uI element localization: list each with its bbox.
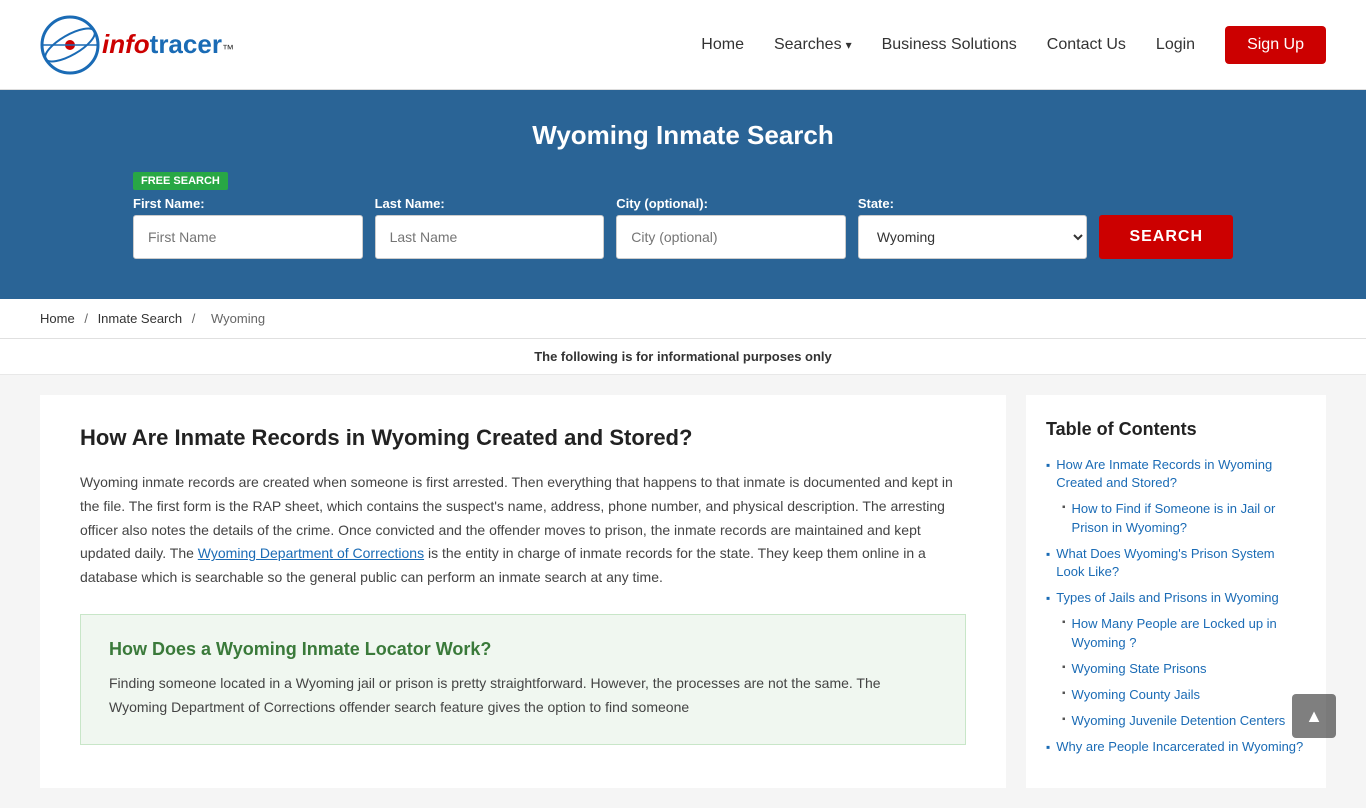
breadcrumb-wyoming: Wyoming: [211, 311, 265, 326]
toc-link[interactable]: Why are People Incarcerated in Wyoming?: [1056, 738, 1303, 756]
free-search-badge: FREE SEARCH: [133, 172, 228, 190]
search-button[interactable]: SEARCH: [1099, 215, 1233, 259]
toc-item: Wyoming Juvenile Detention Centers: [1046, 712, 1306, 730]
main-content: How Are Inmate Records in Wyoming Create…: [0, 375, 1366, 808]
city-group: City (optional):: [616, 196, 846, 259]
city-label: City (optional):: [616, 196, 846, 211]
state-label: State:: [858, 196, 1088, 211]
toc-item: Wyoming County Jails: [1046, 686, 1306, 704]
last-name-label: Last Name:: [375, 196, 605, 211]
green-box-body: Finding someone located in a Wyoming jai…: [109, 672, 937, 720]
search-title: Wyoming Inmate Search: [40, 120, 1326, 151]
state-group: State: WyomingAlabamaAlaskaArizonaArkans…: [858, 196, 1088, 259]
toc-item: Wyoming State Prisons: [1046, 660, 1306, 678]
search-section: Wyoming Inmate Search FREE SEARCH First …: [0, 90, 1366, 299]
search-form: First Name: Last Name: City (optional): …: [133, 196, 1233, 259]
toc-heading: Table of Contents: [1046, 419, 1306, 440]
breadcrumb-home[interactable]: Home: [40, 311, 75, 326]
first-name-input[interactable]: [133, 215, 363, 259]
toc-link[interactable]: Wyoming County Jails: [1072, 686, 1200, 704]
toc-sidebar: Table of Contents How Are Inmate Records…: [1026, 395, 1326, 788]
first-name-label: First Name:: [133, 196, 363, 211]
first-name-group: First Name:: [133, 196, 363, 259]
scroll-to-top[interactable]: ▲: [1292, 694, 1336, 738]
toc-item: How Are Inmate Records in Wyoming Create…: [1046, 456, 1306, 492]
toc-link[interactable]: How Many People are Locked up in Wyoming…: [1072, 615, 1306, 651]
nav-searches[interactable]: Searches: [774, 36, 852, 54]
toc-link[interactable]: How Are Inmate Records in Wyoming Create…: [1056, 456, 1306, 492]
nav-signup[interactable]: Sign Up: [1225, 26, 1326, 64]
green-box-heading: How Does a Wyoming Inmate Locator Work?: [109, 639, 937, 660]
info-bar-text: The following is for informational purpo…: [534, 349, 832, 364]
logo-icon: [40, 15, 100, 75]
nav: Home Searches Business Solutions Contact…: [701, 26, 1326, 64]
toc-item: How to Find if Someone is in Jail or Pri…: [1046, 500, 1306, 536]
toc-link[interactable]: Wyoming Juvenile Detention Centers: [1072, 712, 1286, 730]
state-select[interactable]: WyomingAlabamaAlaskaArizonaArkansasCalif…: [858, 215, 1088, 259]
green-box: How Does a Wyoming Inmate Locator Work? …: [80, 614, 966, 745]
toc-item: Types of Jails and Prisons in Wyoming: [1046, 589, 1306, 607]
article-body: Wyoming inmate records are created when …: [80, 471, 966, 590]
toc-item: What Does Wyoming's Prison System Look L…: [1046, 545, 1306, 581]
toc-item: How Many People are Locked up in Wyoming…: [1046, 615, 1306, 651]
breadcrumb-sep2: /: [192, 311, 196, 326]
toc-link[interactable]: What Does Wyoming's Prison System Look L…: [1056, 545, 1306, 581]
breadcrumb-sep1: /: [84, 311, 88, 326]
article-section: How Are Inmate Records in Wyoming Create…: [40, 395, 1006, 788]
article-link[interactable]: Wyoming Department of Corrections: [198, 545, 424, 561]
nav-home[interactable]: Home: [701, 36, 744, 54]
breadcrumb-inmate-search[interactable]: Inmate Search: [98, 311, 183, 326]
toc-list: How Are Inmate Records in Wyoming Create…: [1046, 456, 1306, 756]
logo-info-text: info: [102, 29, 150, 60]
scroll-top-icon: ▲: [1305, 706, 1323, 727]
toc-link[interactable]: How to Find if Someone is in Jail or Pri…: [1072, 500, 1306, 536]
toc-link[interactable]: Wyoming State Prisons: [1072, 660, 1207, 678]
toc-link[interactable]: Types of Jails and Prisons in Wyoming: [1056, 589, 1278, 607]
nav-login[interactable]: Login: [1156, 36, 1195, 54]
breadcrumb: Home / Inmate Search / Wyoming: [0, 299, 1366, 339]
last-name-input[interactable]: [375, 215, 605, 259]
last-name-group: Last Name:: [375, 196, 605, 259]
nav-business-solutions[interactable]: Business Solutions: [882, 36, 1017, 54]
header: info tracer ™ Home Searches Business Sol…: [0, 0, 1366, 90]
city-input[interactable]: [616, 215, 846, 259]
toc-item: Why are People Incarcerated in Wyoming?: [1046, 738, 1306, 756]
nav-contact-us[interactable]: Contact Us: [1047, 36, 1126, 54]
info-bar: The following is for informational purpo…: [0, 339, 1366, 375]
logo-tm: ™: [222, 42, 234, 56]
logo: info tracer ™: [40, 15, 234, 75]
logo-tracer-text: tracer: [150, 29, 222, 60]
article-heading: How Are Inmate Records in Wyoming Create…: [80, 425, 966, 451]
